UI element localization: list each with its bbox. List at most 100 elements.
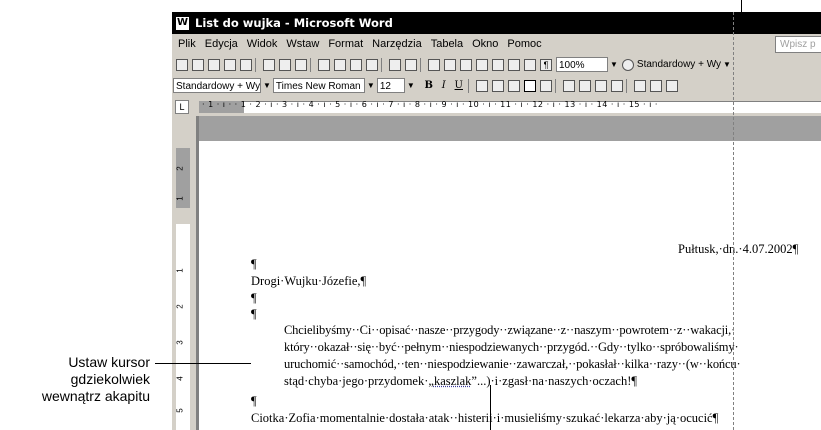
menu-tools[interactable]: Narzędzia bbox=[372, 34, 422, 54]
vruler-label: 3 bbox=[175, 340, 185, 345]
empty-paragraph-mark: ¶ bbox=[251, 394, 257, 408]
vruler-label: 2 bbox=[175, 304, 185, 309]
insert-table-icon[interactable] bbox=[460, 58, 472, 71]
save-icon[interactable] bbox=[208, 58, 220, 71]
toolbar-separator bbox=[467, 78, 469, 93]
toolbar-separator bbox=[381, 57, 382, 72]
show-hide-icon[interactable]: ¶ bbox=[540, 58, 552, 71]
vruler-label: 5 bbox=[175, 408, 185, 413]
toolbar-separator bbox=[420, 57, 421, 72]
document-map-icon[interactable] bbox=[524, 58, 536, 71]
chevron-down-icon[interactable]: ▼ bbox=[367, 81, 375, 90]
borders-icon[interactable] bbox=[633, 79, 646, 92]
style-value: Standardowy + Wy bbox=[176, 81, 261, 92]
print-preview-icon[interactable] bbox=[279, 58, 291, 71]
vruler-label: 2 bbox=[175, 166, 185, 171]
zoom-value: 100% bbox=[559, 60, 585, 71]
bullets-icon[interactable] bbox=[578, 79, 591, 92]
paragraph-line-2: który··okazał··się··być··pełnym··niespod… bbox=[284, 340, 739, 354]
callout-label: Ustaw kursor gdziekolwiek wewnątrz akapi… bbox=[42, 354, 150, 405]
menu-table[interactable]: Tabela bbox=[431, 34, 463, 54]
toolbar-separator bbox=[554, 78, 556, 93]
word-app-icon[interactable] bbox=[175, 12, 190, 34]
bold-button[interactable]: B bbox=[423, 80, 435, 91]
open-icon[interactable] bbox=[192, 58, 204, 71]
callout-line-1: Ustaw kursor bbox=[68, 354, 150, 370]
insert-excel-icon[interactable] bbox=[476, 58, 488, 71]
font-size-dropdown[interactable]: 12 bbox=[376, 78, 405, 93]
font-size-value: 12 bbox=[379, 81, 391, 92]
chevron-down-icon[interactable]: ▼ bbox=[610, 60, 618, 69]
drawing-icon[interactable] bbox=[508, 58, 520, 71]
justify-icon[interactable] bbox=[523, 79, 536, 92]
menu-format[interactable]: Format bbox=[328, 34, 363, 54]
toolbar-separator bbox=[255, 57, 256, 72]
paragraph-line-4: stąd·chyba·jego·przydomek·„kaszlak”...)·… bbox=[284, 374, 637, 389]
hyperlink-icon[interactable] bbox=[428, 58, 440, 71]
align-left-icon[interactable] bbox=[475, 79, 488, 92]
menu-view[interactable]: Widok bbox=[247, 34, 278, 54]
numbering-icon[interactable] bbox=[562, 79, 575, 92]
menu-file[interactable]: Plik bbox=[178, 34, 196, 54]
vruler-label: 1 bbox=[175, 268, 185, 273]
columns-icon[interactable] bbox=[492, 58, 504, 71]
chevron-down-icon[interactable]: ▼ bbox=[263, 81, 271, 90]
paragraph-line-4-start: stąd·chyba·jego·przydomek·„ bbox=[284, 374, 434, 388]
help-search-input[interactable]: Wpisz p bbox=[775, 36, 821, 53]
last-line: Ciotka·Zofia·momentalnie·dostała·atak··h… bbox=[251, 411, 719, 425]
format-painter-icon[interactable] bbox=[366, 58, 378, 71]
underline-button[interactable]: U bbox=[453, 80, 465, 91]
italic-button[interactable]: I bbox=[438, 80, 450, 91]
misspelled-word: kaszlak bbox=[433, 374, 472, 388]
font-dropdown[interactable]: Times New Roman bbox=[272, 78, 365, 93]
font-value: Times New Roman bbox=[275, 81, 361, 92]
align-right-icon[interactable] bbox=[507, 79, 520, 92]
menu-bar: Plik Edycja Widok Wstaw Format Narzędzia… bbox=[172, 34, 821, 54]
new-document-icon[interactable] bbox=[176, 58, 188, 71]
zoom-dropdown[interactable]: 100% bbox=[556, 57, 608, 72]
redo-icon[interactable] bbox=[405, 58, 417, 71]
document-area: 2 1 1 2 3 4 5 Pułtusk,·dn.·4.07.2002¶ ¶ … bbox=[172, 116, 821, 430]
permission-icon[interactable] bbox=[224, 58, 236, 71]
menu-edit[interactable]: Edycja bbox=[205, 34, 238, 54]
align-center-icon[interactable] bbox=[491, 79, 504, 92]
tab-selector[interactable]: L bbox=[175, 100, 189, 114]
vertical-ruler[interactable]: 2 1 1 2 3 4 5 bbox=[172, 116, 196, 430]
document-page[interactable]: Pułtusk,·dn.·4.07.2002¶ ¶ Drogi·Wujku·Jó… bbox=[199, 141, 821, 430]
standard-toolbar: ¶ 100% ▼ Standardowy + Wy ▼ bbox=[172, 54, 821, 75]
style-dropdown[interactable]: Standardowy + Wy bbox=[173, 78, 261, 93]
menu-help[interactable]: Pomoc bbox=[507, 34, 541, 54]
highlight-icon[interactable] bbox=[649, 79, 662, 92]
ruler-labels: · 1 · ı · · 1 · 2 · ı · 3 · ı · 4 · ı · … bbox=[202, 100, 658, 109]
callout-pointer-left bbox=[155, 363, 251, 364]
word-window: List do wujka - Microsoft Word Plik Edyc… bbox=[172, 12, 821, 430]
font-color-icon[interactable] bbox=[665, 79, 678, 92]
menu-window[interactable]: Okno bbox=[472, 34, 498, 54]
cut-icon[interactable] bbox=[318, 58, 330, 71]
formatting-toolbar: Standardowy + Wy ▼ Times New Roman ▼ 12 … bbox=[172, 75, 821, 96]
empty-paragraph-mark: ¶ bbox=[251, 257, 257, 271]
copy-icon[interactable] bbox=[334, 58, 346, 71]
chevron-down-icon[interactable]: ▼ bbox=[407, 81, 415, 90]
increase-indent-icon[interactable] bbox=[610, 79, 623, 92]
tables-borders-icon[interactable] bbox=[444, 58, 456, 71]
help-icon[interactable] bbox=[621, 58, 634, 71]
paragraph-line-3: uruchomić··samochód,··ten··niespodziewan… bbox=[284, 357, 741, 371]
paragraph-line-1: Chcielibyśmy··Ci··opisać··nasze··przygod… bbox=[284, 323, 736, 337]
email-icon[interactable] bbox=[240, 58, 252, 71]
page-top-gap bbox=[199, 116, 821, 141]
callout-line-3: wewnątrz akapitu bbox=[41, 388, 150, 404]
decrease-indent-icon[interactable] bbox=[594, 79, 607, 92]
menu-insert[interactable]: Wstaw bbox=[286, 34, 319, 54]
paste-icon[interactable] bbox=[350, 58, 362, 71]
right-indent-guide bbox=[733, 12, 734, 430]
style-display[interactable]: Standardowy + Wy bbox=[637, 59, 721, 70]
callout-pointer-top bbox=[741, 0, 742, 26]
horizontal-ruler[interactable]: L · 1 · ı · · 1 · 2 · ı · 3 · ı · 4 · ı … bbox=[172, 98, 821, 116]
vruler-label: 1 bbox=[175, 196, 185, 201]
line-spacing-icon[interactable] bbox=[539, 79, 552, 92]
print-icon[interactable] bbox=[263, 58, 275, 71]
undo-icon[interactable] bbox=[389, 58, 401, 71]
chevron-down-icon[interactable]: ▼ bbox=[723, 60, 731, 69]
spelling-icon[interactable] bbox=[295, 58, 307, 71]
